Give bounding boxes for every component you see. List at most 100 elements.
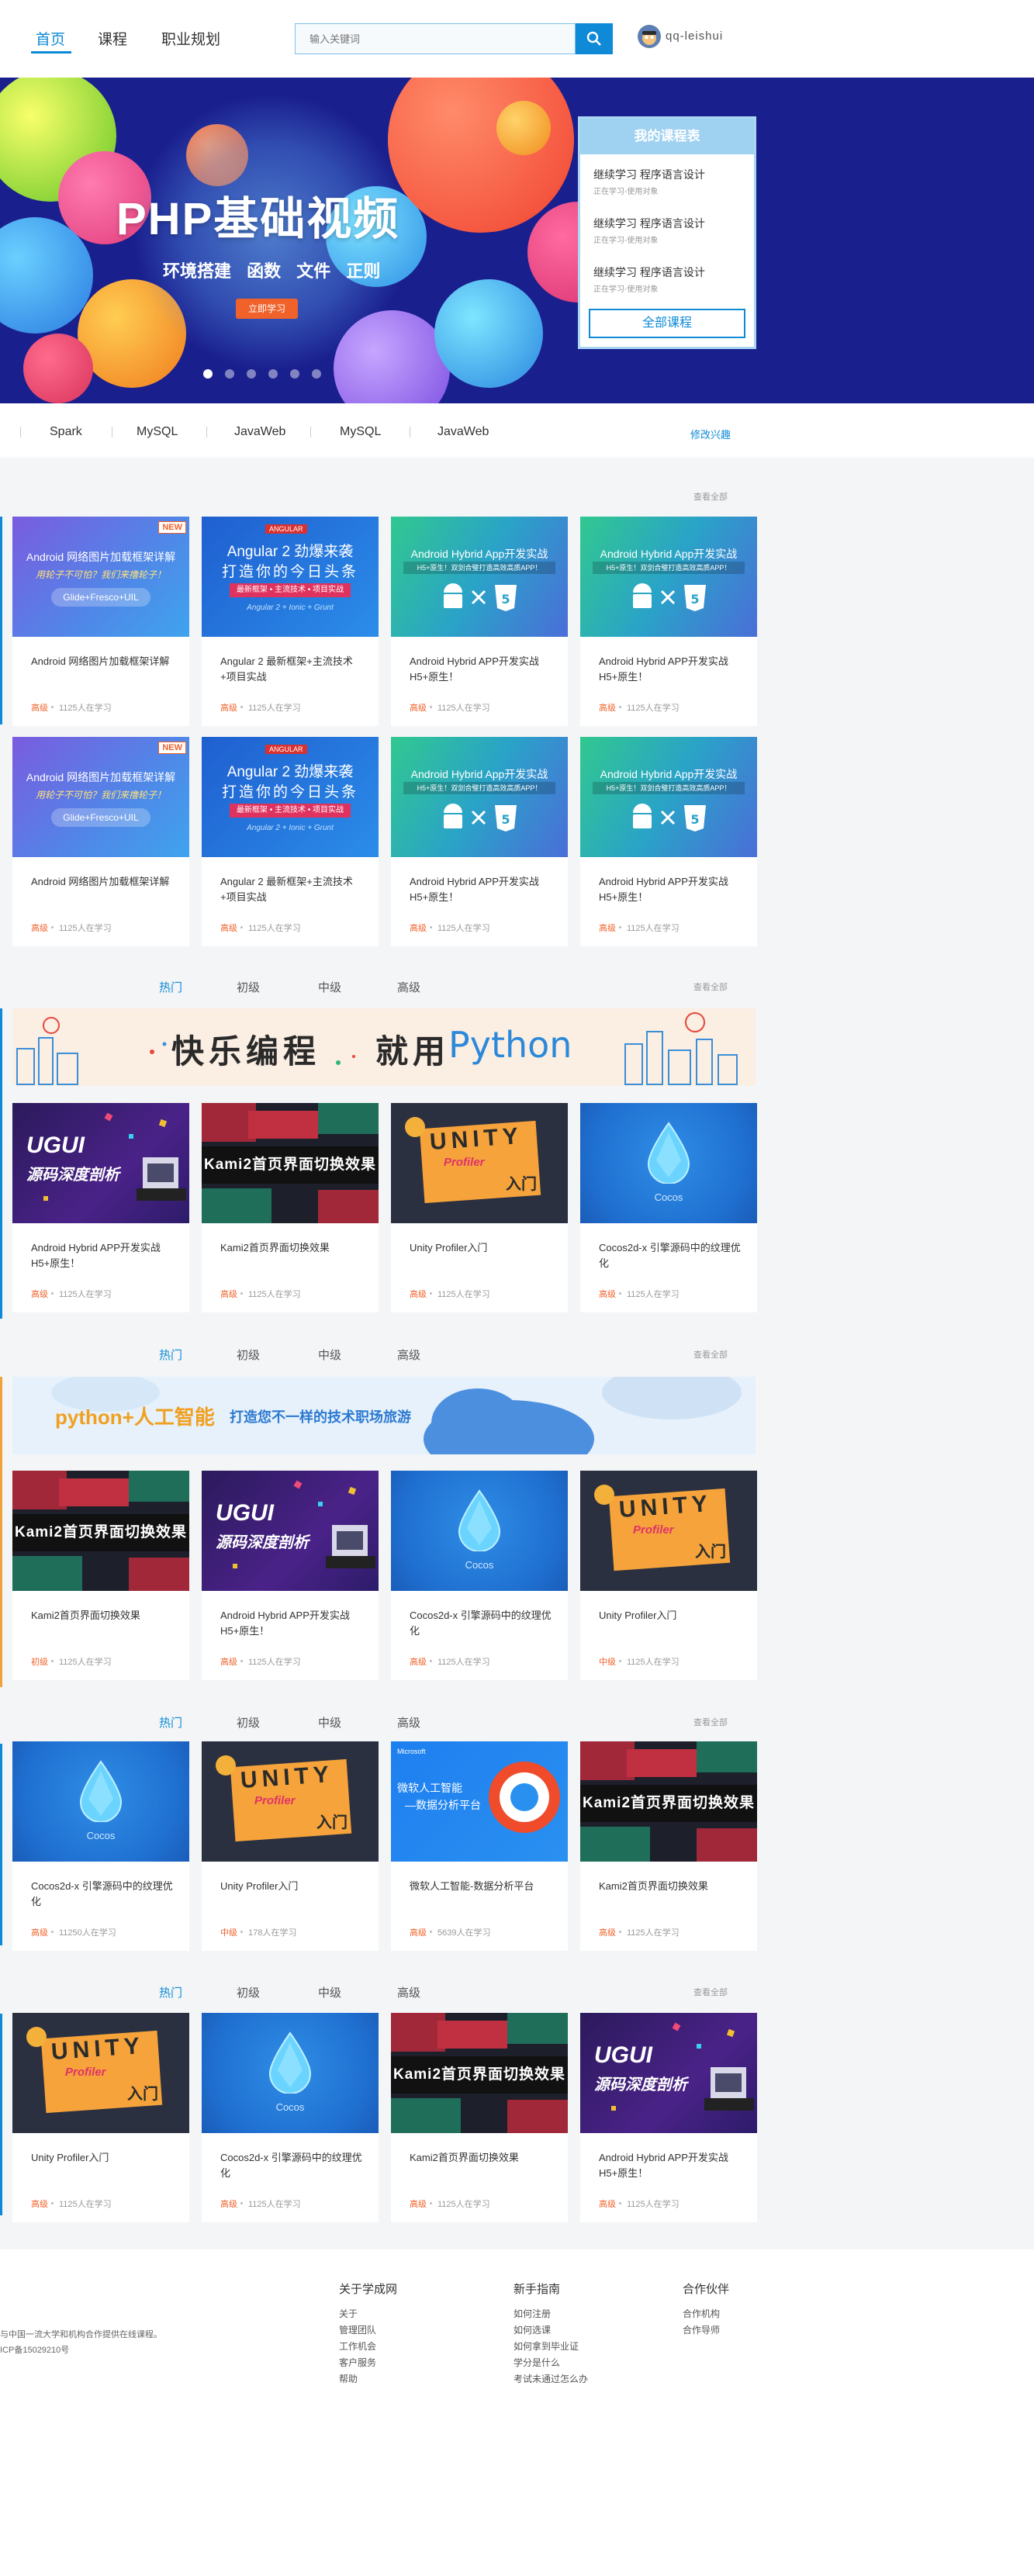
course-card[interactable]: Cocos Cocos2d-x 引擎源码中的纹理优化 高级 11250人在学习 — [12, 1741, 189, 1951]
tab-intermediate[interactable]: 中级 — [318, 1984, 341, 2000]
course-title[interactable]: Cocos2d-x 引擎源码中的纹理优化 — [599, 1240, 746, 1271]
continue-link[interactable]: 继续学习 — [593, 168, 637, 181]
ai-promo-banner[interactable]: python+人工智能 打造您不一样的技术职场旅游 — [12, 1377, 756, 1454]
course-card[interactable]: NEW Android 网络图片加载框架详解 用轮子不可怕？我们来撸轮子！ Gl… — [12, 517, 189, 726]
course-title[interactable]: Kami2首页界面切换效果 — [220, 1240, 368, 1256]
tab-beginner[interactable]: 初级 — [237, 1984, 260, 2000]
course-card[interactable]: Cocos Cocos2d-x 引擎源码中的纹理优化 高级 1125人在学习 — [391, 1471, 568, 1680]
carousel-dot[interactable] — [247, 369, 256, 379]
tab-hot[interactable]: 热门 — [159, 979, 182, 995]
course-card[interactable]: Android Hybrid App开发实战 H5+原生！双剑合璧打造高效高质A… — [391, 517, 568, 726]
tab-advanced[interactable]: 高级 — [397, 1984, 420, 2000]
tab-hot[interactable]: 热门 — [159, 1984, 182, 2000]
carousel-dot[interactable] — [312, 369, 321, 379]
edit-interests-link[interactable]: 修改兴趣 — [690, 427, 731, 441]
my-course-item[interactable]: 继续学习 程序语言设计 正在学习-使用对象 — [593, 216, 705, 245]
view-all-link[interactable]: 查看全部 — [693, 1348, 728, 1361]
course-title[interactable]: Cocos2d-x 引擎源码中的纹理优化 — [410, 1608, 557, 1639]
footer-link[interactable]: 管理团队 — [339, 2322, 397, 2339]
course-card[interactable]: UGUI 源码深度剖析 Android Hybrid APP开发实战 H5+原生… — [12, 1103, 189, 1312]
footer-link[interactable]: 工作机会 — [339, 2339, 397, 2355]
tab-advanced[interactable]: 高级 — [397, 1714, 420, 1731]
banner-learn-button[interactable]: 立即学习 — [236, 299, 298, 319]
tab-intermediate[interactable]: 中级 — [318, 1347, 341, 1363]
nav-home[interactable]: 首页 — [36, 28, 65, 49]
course-title[interactable]: Kami2首页界面切换效果 — [599, 1879, 746, 1894]
nav-career[interactable]: 职业规划 — [161, 28, 220, 49]
view-all-link[interactable]: 查看全部 — [693, 1716, 728, 1728]
continue-link[interactable]: 继续学习 — [593, 217, 637, 230]
footer-link[interactable]: 合作导师 — [683, 2322, 729, 2339]
all-courses-button[interactable]: 全部课程 — [589, 309, 745, 338]
footer-link[interactable]: 如何注册 — [514, 2306, 588, 2322]
course-title[interactable]: Cocos2d-x 引擎源码中的纹理优化 — [31, 1879, 178, 1910]
view-all-link[interactable]: 查看全部 — [693, 1986, 728, 1998]
course-card[interactable]: Kami2首页界面切换效果 Kami2首页界面切换效果 高级 1125人在学习 — [580, 1741, 757, 1951]
course-card[interactable]: UNITY Profiler 入门 Unity Profiler入门 中级 17… — [202, 1741, 379, 1951]
tab-advanced[interactable]: 高级 — [397, 1347, 420, 1363]
course-title[interactable]: Android Hybrid APP开发实战 H5+原生！ — [220, 1608, 368, 1639]
course-title[interactable]: Unity Profiler入门 — [599, 1608, 746, 1623]
course-title[interactable]: Unity Profiler入门 — [410, 1240, 557, 1256]
footer-link[interactable]: 客户服务 — [339, 2355, 397, 2371]
course-card[interactable]: NEW Android 网络图片加载框架详解 用轮子不可怕？我们来撸轮子！ Gl… — [12, 737, 189, 946]
course-card[interactable]: UNITY Profiler 入门 Unity Profiler入门 高级 11… — [391, 1103, 568, 1312]
search-button[interactable] — [576, 23, 613, 54]
view-all-link[interactable]: 查看全部 — [693, 490, 728, 503]
course-title[interactable]: Android Hybrid APP开发实战 H5+原生！ — [599, 2150, 746, 2181]
course-card[interactable]: Android Hybrid App开发实战 H5+原生！双剑合璧打造高效高质A… — [580, 517, 757, 726]
tab-beginner[interactable]: 初级 — [237, 1714, 260, 1731]
course-title[interactable]: Unity Profiler入门 — [220, 1879, 368, 1894]
carousel-dot[interactable] — [203, 369, 213, 379]
nav-courses[interactable]: 课程 — [98, 28, 127, 49]
tab-beginner[interactable]: 初级 — [237, 1347, 260, 1363]
tab-advanced[interactable]: 高级 — [397, 979, 420, 995]
tab-hot[interactable]: 热门 — [159, 1714, 182, 1731]
footer-link[interactable]: 学分是什么 — [514, 2355, 588, 2371]
course-card[interactable]: UGUI 源码深度剖析 Android Hybrid APP开发实战 H5+原生… — [580, 2013, 757, 2222]
continue-link[interactable]: 继续学习 — [593, 266, 637, 278]
course-title[interactable]: Android Hybrid APP开发实战 H5+原生！ — [599, 654, 746, 685]
tab-beginner[interactable]: 初级 — [237, 979, 260, 995]
course-title[interactable]: Angular 2 最新框架+主流技术+项目实战 — [220, 874, 368, 905]
course-card[interactable]: Kami2首页界面切换效果 Kami2首页界面切换效果 高级 1125人在学习 — [391, 2013, 568, 2222]
username[interactable]: qq-leishui — [666, 29, 723, 43]
carousel-dot[interactable] — [268, 369, 278, 379]
python-promo-banner[interactable]: 快乐编程 就用 Python — [12, 1008, 756, 1086]
carousel-dot[interactable] — [290, 369, 299, 379]
interest-tag[interactable]: JavaWeb — [234, 425, 285, 439]
course-card[interactable]: Kami2首页界面切换效果 Kami2首页界面切换效果 高级 1125人在学习 — [202, 1103, 379, 1312]
footer-link[interactable]: 如何选课 — [514, 2322, 588, 2339]
hero-banner[interactable]: PHP基础视频 环境搭建 函数 文件 正则 立即学习 — [0, 78, 1034, 403]
course-card[interactable]: Cocos Cocos2d-x 引擎源码中的纹理优化 高级 1125人在学习 — [202, 2013, 379, 2222]
course-title[interactable]: Kami2首页界面切换效果 — [410, 2150, 557, 2166]
interest-tag[interactable]: MySQL — [137, 425, 178, 439]
tab-intermediate[interactable]: 中级 — [318, 1714, 341, 1731]
course-card[interactable]: UNITY Profiler 入门 Unity Profiler入门 高级 11… — [12, 2013, 189, 2222]
course-title[interactable]: Android Hybrid APP开发实战 H5+原生！ — [410, 874, 557, 905]
course-card[interactable]: ANGULAR Angular 2 劲爆来袭 打造你的今日头条 最新框架 • 主… — [202, 737, 379, 946]
course-card[interactable]: UGUI 源码深度剖析 Android Hybrid APP开发实战 H5+原生… — [202, 1471, 379, 1680]
my-course-item[interactable]: 继续学习 程序语言设计 正在学习-使用对象 — [593, 265, 705, 294]
course-card[interactable]: Android Hybrid App开发实战 H5+原生！双剑合璧打造高效高质A… — [580, 737, 757, 946]
carousel-dot[interactable] — [225, 369, 234, 379]
footer-link[interactable]: 如何拿到毕业证 — [514, 2339, 588, 2355]
interest-tag[interactable]: MySQL — [340, 425, 381, 439]
course-title[interactable]: Android Hybrid APP开发实战 H5+原生！ — [410, 654, 557, 685]
course-title[interactable]: 微软人工智能-数据分析平台 — [410, 1879, 557, 1894]
course-title[interactable]: Unity Profiler入门 — [31, 2150, 178, 2166]
course-title[interactable]: Android Hybrid APP开发实战 H5+原生！ — [599, 874, 746, 905]
course-title[interactable]: Android Hybrid APP开发实战 H5+原生！ — [31, 1240, 178, 1271]
footer-link[interactable]: 考试未通过怎么办 — [514, 2371, 588, 2388]
my-course-item[interactable]: 继续学习 程序语言设计 正在学习-使用对象 — [593, 167, 705, 196]
course-card[interactable]: Kami2首页界面切换效果 Kami2首页界面切换效果 初级 1125人在学习 — [12, 1471, 189, 1680]
footer-link[interactable]: 帮助 — [339, 2371, 397, 2388]
course-card[interactable]: Android Hybrid App开发实战 H5+原生！双剑合璧打造高效高质A… — [391, 737, 568, 946]
course-card[interactable]: Cocos Cocos2d-x 引擎源码中的纹理优化 高级 1125人在学习 — [580, 1103, 757, 1312]
course-title[interactable]: Kami2首页界面切换效果 — [31, 1608, 178, 1623]
course-title[interactable]: Android 网络图片加载框架详解 — [31, 874, 178, 890]
interest-tag[interactable]: Spark — [50, 425, 82, 439]
search-input[interactable] — [296, 24, 575, 54]
course-title[interactable]: Cocos2d-x 引擎源码中的纹理优化 — [220, 2150, 368, 2181]
course-card[interactable]: ANGULAR Angular 2 劲爆来袭 打造你的今日头条 最新框架 • 主… — [202, 517, 379, 726]
